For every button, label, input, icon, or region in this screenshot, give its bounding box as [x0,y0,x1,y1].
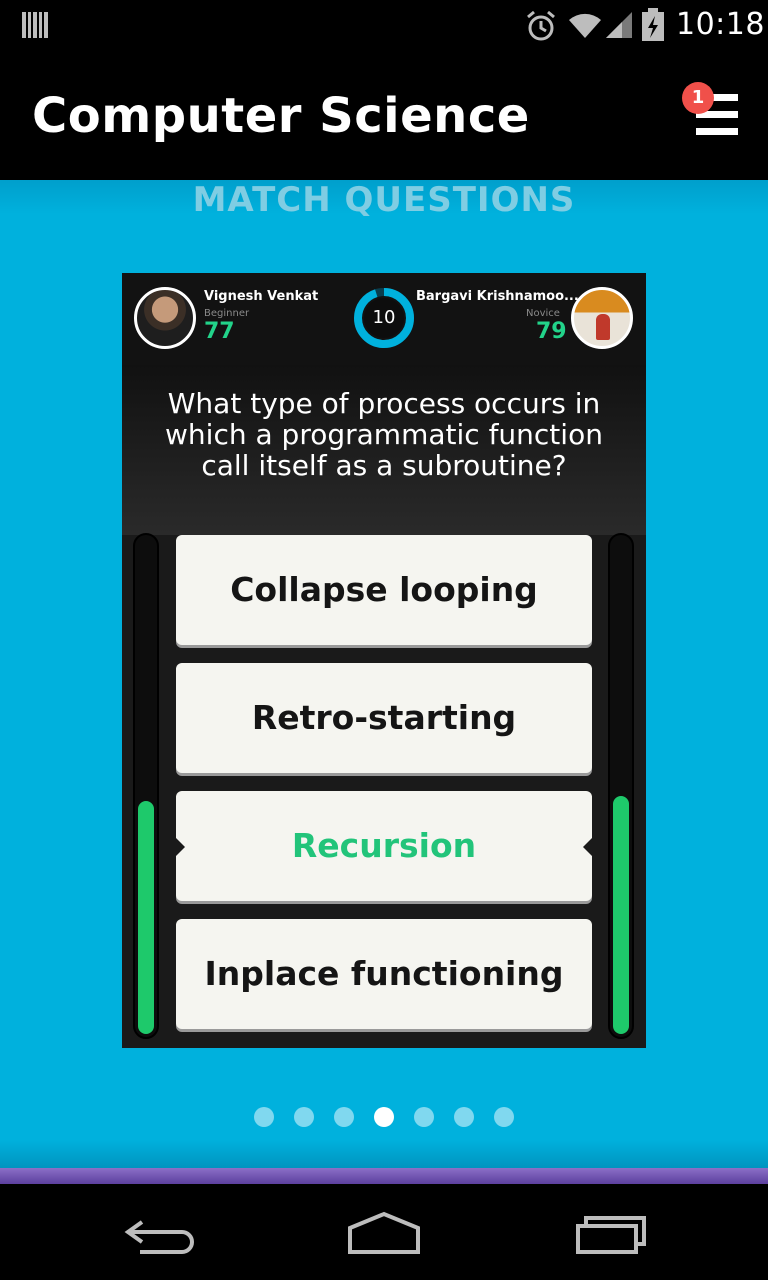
match-preview-card[interactable]: Vignesh Venkat Beginner 77 10 Bargavi Kr… [122,273,646,1048]
answer-option-4[interactable]: Inplace functioning [176,919,592,1029]
page-indicator [0,1105,768,1129]
menu-icon-bar [696,128,738,135]
page-dot[interactable] [494,1107,514,1127]
player2-score: 79 [536,319,567,344]
page-dot[interactable] [334,1107,354,1127]
player1-progress-fill [138,800,154,1034]
player1-avatar [134,287,196,349]
timer-value: 10 [372,307,396,328]
content-bottom-shade [0,1140,768,1168]
wifi-icon [569,13,601,38]
player1-progress-track [133,533,159,1039]
answer-option-1[interactable]: Collapse looping [176,535,592,645]
selection-marker-right [583,837,593,857]
answer-option-2[interactable]: Retro-starting [176,663,592,773]
selection-marker-left [175,837,185,857]
main-content: MATCH QUESTIONS Vignesh Venkat Beginner … [0,180,768,1168]
player1-level: Beginner [204,308,250,319]
page-dot[interactable] [454,1107,474,1127]
page-dot[interactable] [374,1107,394,1127]
notification-icon [22,12,48,38]
player1-name: Vignesh Venkat [204,289,319,304]
clock-time: 10:18 [676,7,765,42]
back-icon[interactable] [120,1210,200,1256]
status-bar: 10:18 [0,0,768,50]
player2-progress-track [608,533,634,1039]
player2-name: Bargavi Krishnamoo... [416,289,579,304]
player2-progress-fill [613,795,629,1034]
page-dot[interactable] [294,1107,314,1127]
page-dot[interactable] [254,1107,274,1127]
recent-apps-icon[interactable] [572,1210,652,1256]
page-title: Computer Science [32,88,530,144]
player1-score: 77 [204,319,235,344]
app-bar: Computer Science 1 [0,50,768,180]
accent-strip [0,1168,768,1184]
question-text: What type of process occurs in which a p… [165,387,603,482]
player2-avatar [571,287,633,349]
page-dot[interactable] [414,1107,434,1127]
notification-badge: 1 [682,82,714,114]
answer-option-3-label: Recursion [291,826,477,865]
battery-icon [642,8,664,41]
signal-icon [606,12,632,38]
section-title: MATCH QUESTIONS [192,180,576,220]
home-icon[interactable] [344,1210,424,1256]
alarm-icon [527,10,555,41]
answer-option-3[interactable]: Recursion [175,791,593,901]
player2-level: Novice [526,308,560,319]
navigation-bar [0,1184,768,1280]
